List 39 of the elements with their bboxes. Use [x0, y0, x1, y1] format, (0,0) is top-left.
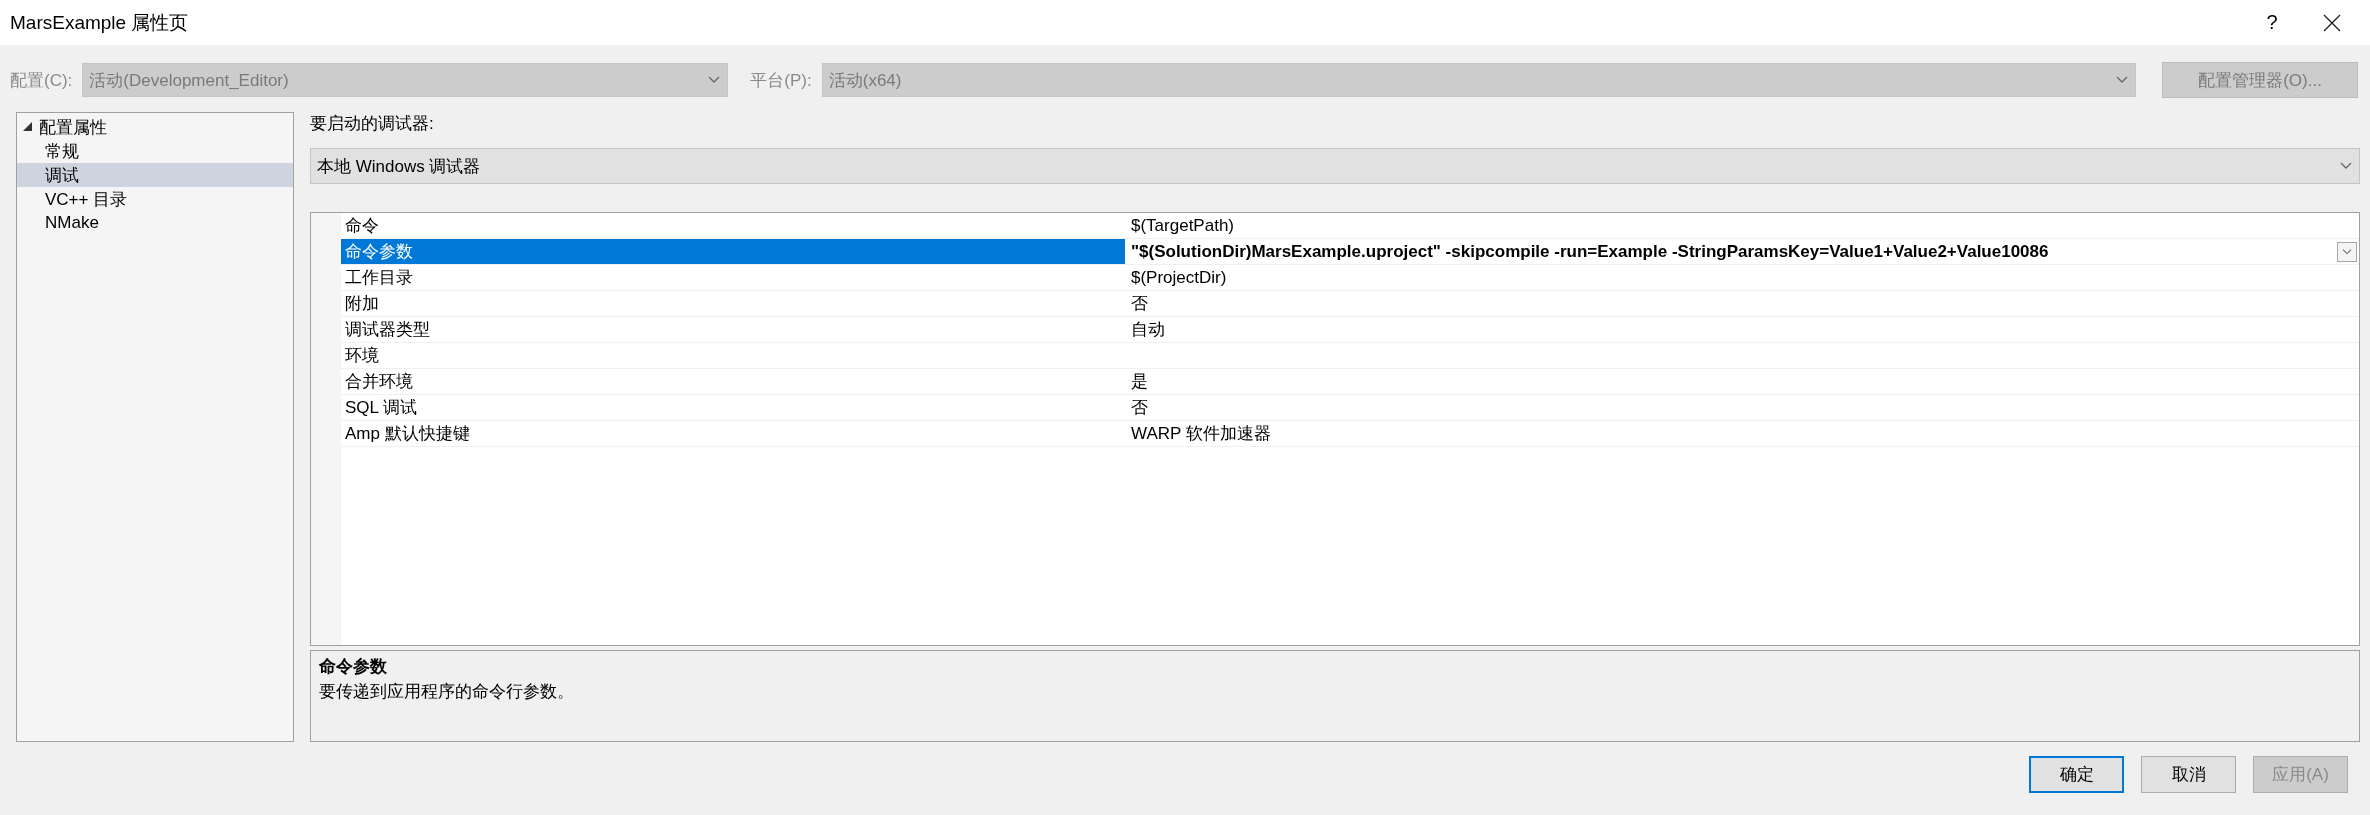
property-name[interactable]: 调试器类型 [341, 317, 1125, 342]
window-title: MarsExample 属性页 [10, 10, 190, 35]
property-value: 自动 [1131, 319, 1166, 341]
property-name[interactable]: 附加 [341, 291, 1125, 316]
collapse-icon[interactable] [23, 122, 33, 132]
platform-label: 平台(P): [750, 69, 812, 92]
debugger-label: 要启动的调试器: [310, 113, 435, 135]
chevron-icon [2341, 247, 2353, 256]
tree-item[interactable]: 常规 [17, 139, 293, 163]
property-name[interactable]: 工作目录 [341, 265, 1125, 290]
dropdown-button[interactable] [2337, 241, 2357, 262]
property-value: 是 [1131, 371, 1149, 393]
configuration-label: 配置(C): [10, 69, 73, 92]
chevron-icon [707, 75, 722, 85]
dialog-button[interactable]: 取消 [2141, 756, 2236, 793]
tree-item[interactable]: 调试 [17, 163, 293, 187]
property-name[interactable]: 合并环境 [341, 369, 1125, 394]
property-value: $(ProjectDir) [1131, 267, 1228, 288]
tree-item[interactable]: NMake [17, 211, 293, 235]
chevron-icon [2115, 75, 2129, 85]
property-name[interactable]: 命令参数 [341, 239, 1125, 264]
description-text: 要传递到应用程序的命令行参数。 [319, 681, 575, 703]
property-value: WARP 软件加速器 [1131, 423, 1272, 445]
help-button[interactable]: ? [2242, 4, 2302, 41]
close-icon [2323, 13, 2341, 32]
debugger-dropdown[interactable]: 本地 Windows 调试器 [310, 148, 2360, 184]
property-value: 否 [1131, 293, 1149, 315]
tree-item[interactable]: 配置属性 [17, 115, 293, 139]
property-value: 否 [1131, 397, 1149, 419]
property-name[interactable]: Amp 默认快捷键 [341, 421, 1125, 446]
property-value: $(TargetPath) [1131, 215, 1235, 236]
property-value: "$(SolutionDir)MarsExample.uproject" -skipcompile -run=Example -StringParamsKey=Value1+Value2+Value10086 [1131, 241, 2050, 262]
property-name[interactable]: 命令 [341, 213, 1125, 238]
property-name[interactable]: 环境 [341, 343, 1125, 368]
tree-item[interactable]: VC++ 目录 [17, 187, 293, 211]
description-title: 命令参数 [319, 656, 388, 678]
property-name[interactable]: SQL 调试 [341, 395, 1125, 420]
chevron-icon [2339, 161, 2353, 171]
dialog-button[interactable]: 确定 [2029, 756, 2124, 793]
